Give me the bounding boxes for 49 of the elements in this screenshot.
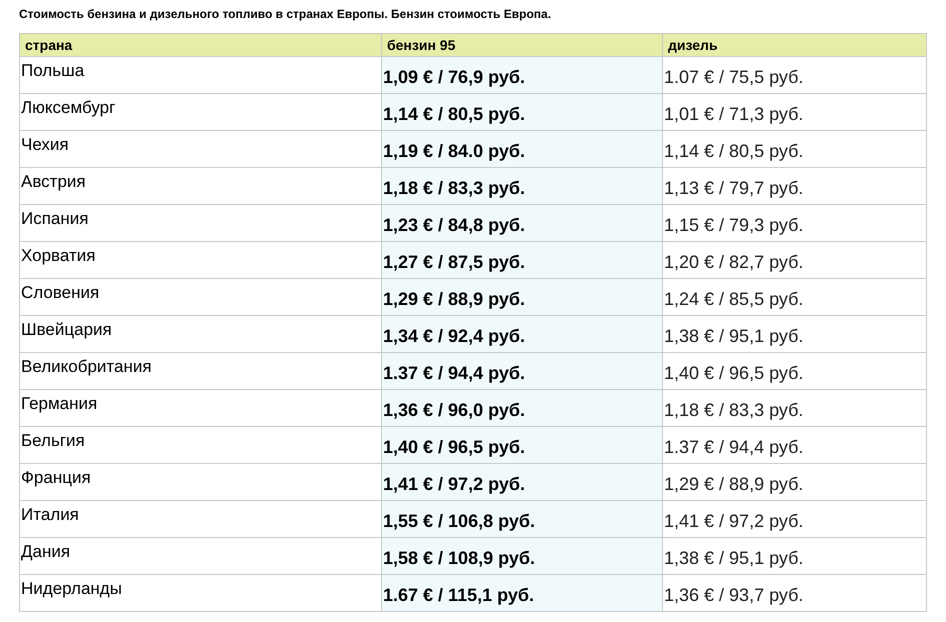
table-cell: 1,15 € / 79,3 руб. [662,204,926,242]
table-cell: 1,19 € / 84.0 руб. [382,130,662,168]
table-cell: 1,14 € / 80,5 руб. [382,94,662,130]
table-cell: 1,36 € / 96,0 руб. [382,390,662,426]
table-cell: 1,41 € / 97,2 руб. [662,500,926,538]
table-cell: Австрия [20,168,382,204]
column-header: бензин 95 [382,34,662,56]
table-cell: 1,24 € / 85,5 руб. [662,278,926,316]
table-cell: 1.37 € / 94,4 руб. [382,352,662,390]
table-cell: Польша [20,56,382,94]
table-cell: 1,14 € / 80,5 руб. [662,130,926,168]
table-cell: Дания [20,538,382,574]
table-cell: 1,29 € / 88,9 руб. [382,278,662,316]
table-cell: Великобритания [20,352,382,390]
table-cell: Испания [20,204,382,242]
table-cell: 1,18 € / 83,3 руб. [382,168,662,204]
table-cell: Италия [20,500,382,538]
table-cell: 1,27 € / 87,5 руб. [382,242,662,278]
table-cell: Чехия [20,130,382,168]
table-cell: Люксембург [20,94,382,130]
page-title: Стоимость бензина и дизельного топливо в странах Европы. Бензин стоимость Европа. [18,6,552,23]
table-cell: 1,13 € / 79,7 руб. [662,168,926,204]
table-cell: 1,58 € / 108,9 руб. [382,538,662,574]
table-cell: Германия [20,390,382,426]
table-cell: 1,40 € / 96,5 руб. [662,352,926,390]
table-cell: Бельгия [20,426,382,464]
table-cell: 1,34 € / 92,4 руб. [382,316,662,352]
table-cell: 1.37 € / 94,4 руб. [662,426,926,464]
table-cell: 1,01 € / 71,3 руб. [662,94,926,130]
table-cell: 1.07 € / 75,5 руб. [662,56,926,94]
table-cell: 1,29 € / 88,9 руб. [662,464,926,500]
column-header: дизель [662,34,926,56]
table-cell: Нидерланды [20,574,382,612]
table-cell: 1,36 € / 93,7 руб. [662,574,926,612]
table-cell: Хорватия [20,242,382,278]
table-cell: Словения [20,278,382,316]
table-cell: 1,40 € / 96,5 руб. [382,426,662,464]
table-cell: 1,41 € / 97,2 руб. [382,464,662,500]
table-cell: 1,20 € / 82,7 руб. [662,242,926,278]
column-header: страна [20,34,382,56]
table-cell: 1,38 € / 95,1 руб. [662,316,926,352]
table-cell: 1,23 € / 84,8 руб. [382,204,662,242]
table-cell: 1.67 € / 115,1 руб. [382,574,662,612]
table-cell: 1,09 € / 76,9 руб. [382,56,662,94]
table-cell: Франция [20,464,382,500]
table-cell: 1,38 € / 95,1 руб. [662,538,926,574]
table-cell: 1,18 € / 83,3 руб. [662,390,926,426]
table-cell: Швейцария [20,316,382,352]
table-cell: 1,55 € / 106,8 руб. [382,500,662,538]
